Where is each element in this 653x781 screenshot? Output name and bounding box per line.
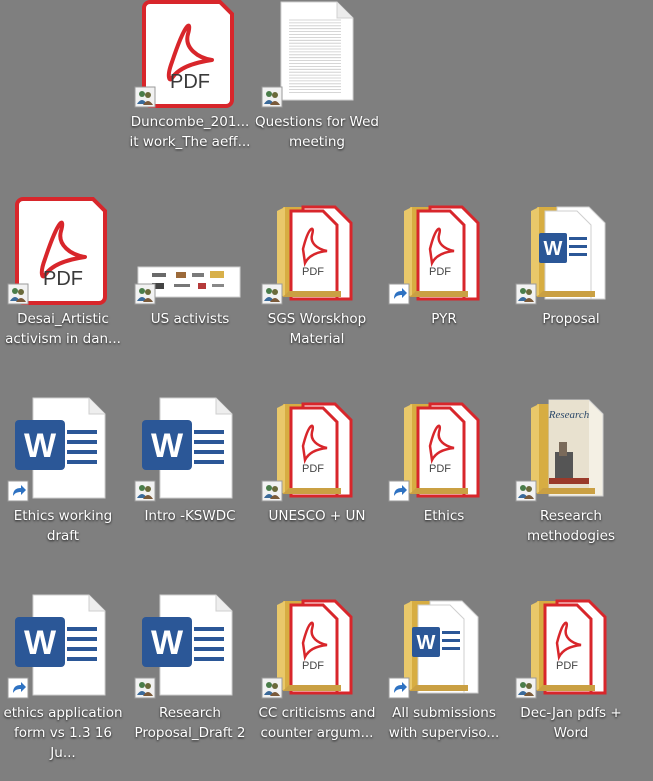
desktop-item-label: Intro -KSWDC: [144, 508, 236, 524]
folder-pdf-label: PDF: [302, 266, 324, 278]
shared-users-icon: [515, 480, 537, 502]
shared-users-icon: [261, 677, 283, 699]
shared-users-icon: [134, 677, 156, 699]
shortcut-arrow-icon: [388, 480, 410, 502]
desktop-item-label: Proposal: [542, 311, 600, 327]
desktop-item-label: PYR: [431, 311, 457, 327]
desktop-item-label: UNESCO + UN: [268, 508, 366, 524]
desktop-item[interactable]: W Intro -KSWDC: [128, 394, 252, 584]
desktop-item[interactable]: PDF SGS Worskhop Material: [255, 197, 379, 387]
word-letter: W: [151, 427, 184, 465]
shared-users-icon: [515, 677, 537, 699]
desktop-item[interactable]: PDF PYR: [382, 197, 506, 387]
desktop-item-label: CC criticisms and counter argum...: [258, 705, 376, 741]
desktop: PDF Duncombe_201... it work_The aeff... …: [0, 0, 653, 777]
shared-users-icon: [7, 283, 29, 305]
folder-pdf-label: PDF: [429, 463, 451, 475]
desktop-item-label: Research methodogies: [526, 508, 616, 544]
pdf-label: PDF: [43, 268, 83, 290]
shortcut-arrow-icon: [7, 677, 29, 699]
shared-users-icon: [134, 283, 156, 305]
desktop-item[interactable]: Research Research methodogies: [509, 394, 633, 584]
shared-users-icon: [261, 86, 283, 108]
word-letter: W: [24, 624, 57, 662]
book-title: Research: [548, 409, 590, 421]
desktop-item[interactable]: Questions for Wed meeting: [255, 0, 379, 190]
folder-pdf-label: PDF: [302, 463, 324, 475]
desktop-item-label: Ethics working draft: [13, 508, 113, 544]
desktop-item-label: US activists: [150, 311, 230, 327]
desktop-item[interactable]: W ethics application form vs 1.3 16 Ju..…: [1, 591, 125, 781]
shortcut-arrow-icon: [388, 677, 410, 699]
desktop-item-label: SGS Worskhop Material: [267, 311, 367, 347]
desktop-item-label: Research Proposal_Draft 2: [134, 705, 246, 741]
shortcut-arrow-icon: [7, 480, 29, 502]
word-letter: W: [151, 624, 184, 662]
folder-word-letter: W: [544, 238, 563, 260]
desktop-item[interactable]: PDF CC criticisms and counter argum...: [255, 591, 379, 781]
desktop-item[interactable]: W Ethics working draft: [1, 394, 125, 584]
desktop-item[interactable]: W Research Proposal_Draft 2: [128, 591, 252, 781]
word-letter: W: [24, 427, 57, 465]
shared-users-icon: [134, 480, 156, 502]
shared-users-icon: [134, 86, 156, 108]
desktop-item[interactable]: PDF Duncombe_201... it work_The aeff...: [128, 0, 252, 190]
desktop-item[interactable]: PDF Dec-Jan pdfs + Word: [509, 591, 633, 781]
pdf-label: PDF: [170, 71, 210, 93]
desktop-item-label: Dec-Jan pdfs + Word: [520, 705, 622, 741]
shared-users-icon: [515, 283, 537, 305]
desktop-item[interactable]: W Proposal: [509, 197, 633, 387]
desktop-item[interactable]: US activists: [128, 197, 252, 387]
desktop-item[interactable]: PDF UNESCO + UN: [255, 394, 379, 584]
shared-users-icon: [261, 283, 283, 305]
shared-users-icon: [261, 480, 283, 502]
desktop-item-label: All submissions with superviso...: [388, 705, 500, 741]
folder-pdf-label: PDF: [302, 660, 324, 672]
desktop-item-label: Duncombe_201... it work_The aeff...: [129, 114, 251, 150]
shortcut-arrow-icon: [388, 283, 410, 305]
desktop-item[interactable]: PDF Desai_Artistic activism in dan...: [1, 197, 125, 387]
desktop-item-label: ethics application form vs 1.3 16 Ju...: [3, 705, 123, 761]
folder-pdf-label: PDF: [429, 266, 451, 278]
desktop-item[interactable]: PDF Ethics: [382, 394, 506, 584]
desktop-item-label: Desai_Artistic activism in dan...: [5, 311, 121, 347]
desktop-item-label: Ethics: [423, 508, 465, 524]
folder-pdf-label: PDF: [556, 660, 578, 672]
desktop-item-label: Questions for Wed meeting: [255, 114, 379, 150]
folder-word-letter: W: [417, 632, 436, 654]
desktop-item[interactable]: W All submissions with superviso...: [382, 591, 506, 781]
